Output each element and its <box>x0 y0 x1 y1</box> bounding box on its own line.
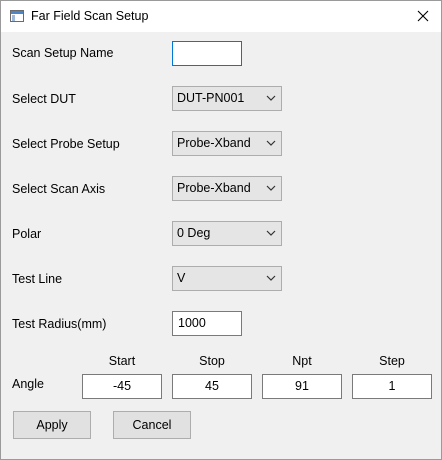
angle-label: Angle <box>12 377 44 391</box>
window-app-icon-panel <box>12 15 15 21</box>
select-scan-axis-dropdown[interactable]: Probe-Xband <box>172 176 282 201</box>
chevron-down-icon <box>266 95 276 101</box>
chevron-down-icon <box>266 140 276 146</box>
angle-npt-input[interactable]: 91 <box>262 374 342 399</box>
angle-step-input[interactable]: 1 <box>352 374 432 399</box>
title-bar: Far Field Scan Setup <box>1 1 441 32</box>
angle-stop-header: Stop <box>199 354 225 368</box>
angle-npt-header: Npt <box>292 354 312 368</box>
window-title: Far Field Scan Setup <box>31 9 149 23</box>
select-dut-value: DUT-PN001 <box>177 91 245 105</box>
test-radius-value: 1000 <box>178 316 206 330</box>
chevron-down-icon <box>266 230 276 236</box>
polar-dropdown[interactable]: 0 Deg <box>172 221 282 246</box>
chevron-down-icon <box>266 185 276 191</box>
scan-setup-name-input[interactable] <box>172 41 242 66</box>
cancel-button[interactable]: Cancel <box>113 411 191 439</box>
select-scan-axis-value: Probe-Xband <box>177 181 251 195</box>
select-probe-setup-value: Probe-Xband <box>177 136 251 150</box>
angle-start-header: Start <box>108 354 136 368</box>
far-field-scan-setup-dialog: Far Field Scan Setup Scan Setup Name Sel… <box>0 0 442 460</box>
test-line-value: V <box>177 271 186 285</box>
test-line-label: Test Line <box>12 272 63 286</box>
polar-value: 0 Deg <box>177 226 211 240</box>
select-dut-label: Select DUT <box>12 92 76 106</box>
chevron-down-icon <box>266 275 276 281</box>
apply-button[interactable]: Apply <box>13 411 91 439</box>
select-dut-dropdown[interactable]: DUT-PN001 <box>172 86 282 111</box>
test-radius-input[interactable]: 1000 <box>172 311 242 336</box>
test-radius-label: Test Radius(mm) <box>12 317 107 331</box>
test-line-dropdown[interactable]: V <box>172 266 282 291</box>
select-scan-axis-label: Select Scan Axis <box>12 182 106 196</box>
angle-step-header: Step <box>379 354 405 368</box>
scan-setup-name-label: Scan Setup Name <box>12 46 114 60</box>
select-probe-setup-dropdown[interactable]: Probe-Xband <box>172 131 282 156</box>
close-icon <box>417 10 429 22</box>
polar-label: Polar <box>12 227 42 241</box>
window-app-icon-bar <box>11 11 23 14</box>
select-probe-setup-label: Select Probe Setup <box>12 137 120 151</box>
angle-start-input[interactable]: -45 <box>82 374 162 399</box>
close-button[interactable] <box>405 1 441 32</box>
window-app-icon <box>10 10 24 22</box>
angle-stop-input[interactable]: 45 <box>172 374 252 399</box>
